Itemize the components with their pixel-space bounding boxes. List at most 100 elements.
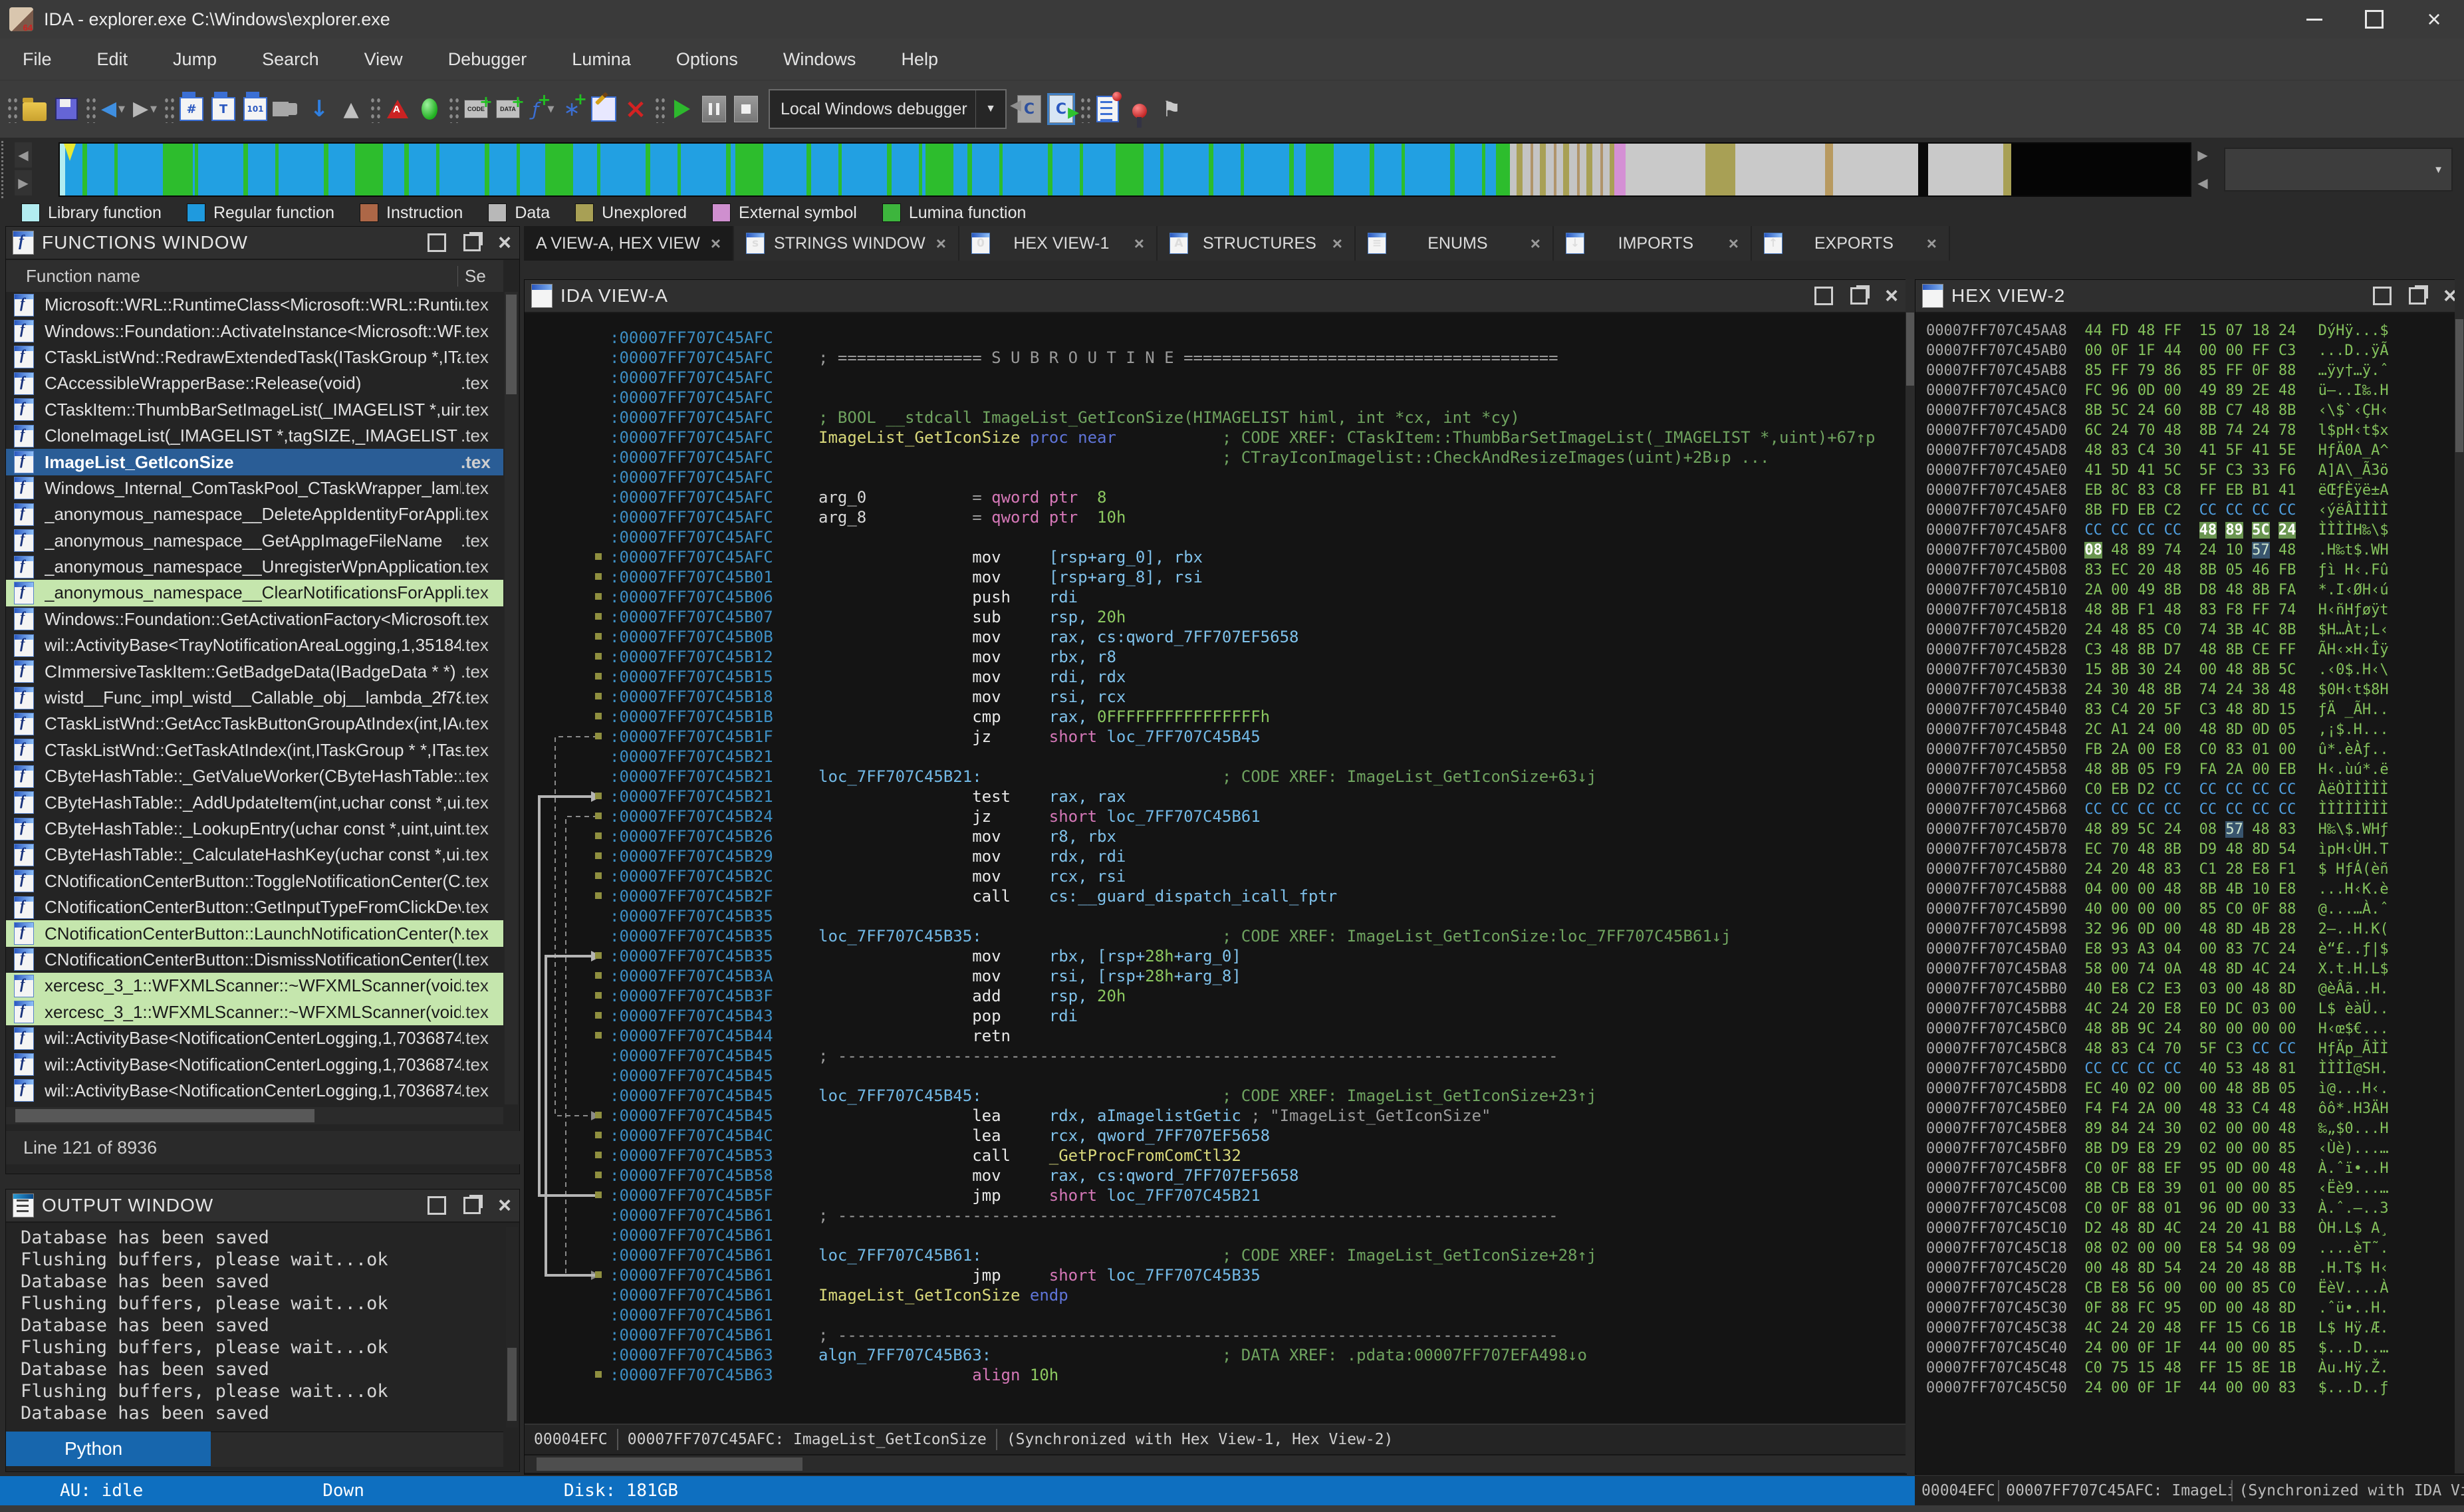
tab-close-icon[interactable]: × <box>1134 233 1144 254</box>
hex-row[interactable]: 00007FF707C45AD8 48 83 C4 30 41 5F 41 5E… <box>1915 441 2464 461</box>
tab-exports[interactable]: ↑ EXPORTS × <box>1751 226 1950 261</box>
menu-jump[interactable]: Jump <box>150 39 239 80</box>
menu-edit[interactable]: Edit <box>74 39 151 80</box>
search-text-icon[interactable]: T <box>209 92 238 126</box>
run-plugin-icon[interactable]: ▲ <box>336 92 366 126</box>
save-database-icon[interactable] <box>52 92 81 126</box>
debugger-pause-icon[interactable] <box>699 92 729 126</box>
function-row[interactable]: CloneImageList(_IMAGELIST *,tagSIZE,_IMA… <box>6 423 503 449</box>
function-row[interactable]: Windows::Foundation::GetActivationFactor… <box>6 606 503 632</box>
toolbar-grip[interactable] <box>5 95 17 123</box>
disassembly-line[interactable]: :00007FF707C45B4C lea rcx, qword_7FF707E… <box>525 1126 1906 1146</box>
column-function-name[interactable]: Function name <box>6 266 457 287</box>
function-row[interactable]: xercesc_3_1::WFXMLScanner::~WFXMLScanner… <box>6 999 503 1025</box>
hex-row[interactable]: 00007FF707C45C08 C0 0F 88 01 96 0D 00 33… <box>1915 1199 2464 1219</box>
function-row[interactable]: CNotificationCenterButton::GetInputTypeF… <box>6 894 503 920</box>
hex-row[interactable]: 00007FF707C45B48 2C A1 24 00 48 8D 0D 05… <box>1915 720 2464 740</box>
debugger-select[interactable]: Local Windows debugger ▼ <box>769 89 1007 129</box>
function-row[interactable]: xercesc_3_1::WFXMLScanner::~WFXMLScanner… <box>6 973 503 999</box>
hex-row[interactable]: 00007FF707C45BD8 EC 40 02 00 00 48 8B 05… <box>1915 1079 2464 1099</box>
disassembly-line[interactable]: :00007FF707C45AFC <box>525 388 1906 408</box>
menu-debugger[interactable]: Debugger <box>426 39 550 80</box>
function-row[interactable]: Windows::Foundation::ActivateInstance<Mi… <box>6 318 503 344</box>
disassembly-line[interactable]: :00007FF707C45B63 algn_7FF707C45B63: ; DA… <box>525 1345 1906 1365</box>
function-row[interactable]: wil::ActivityBase<NotificationCenterLogg… <box>6 1051 503 1077</box>
disassembly-line[interactable]: :00007FF707C45B58 mov rax, cs:qword_7FF7… <box>525 1166 1906 1186</box>
disassembly-line[interactable]: :00007FF707C45B5F jmp short loc_7FF707C4… <box>525 1186 1906 1205</box>
hex-row[interactable]: 00007FF707C45B70 48 89 5C 24 08 57 48 83… <box>1915 820 2464 840</box>
disassembly-line[interactable]: :00007FF707C45AFC ; CTrayIconImagelist::… <box>525 447 1906 467</box>
navband-zoom-in-icon[interactable]: ▶ <box>2194 142 2211 168</box>
function-row[interactable]: CTaskItem::ThumbBarSetImageList(_IMAGELI… <box>6 397 503 423</box>
disassembly-line[interactable]: :00007FF707C45B24 jz short loc_7FF707C45… <box>525 807 1906 826</box>
disassembly-line[interactable]: :00007FF707C45B35 loc_7FF707C45B35: ; COD… <box>525 926 1906 946</box>
tab-close-icon[interactable]: × <box>936 233 946 254</box>
hex-row[interactable]: 00007FF707C45B98 32 96 0D 00 48 8D 4B 28… <box>1915 920 2464 940</box>
hex-row[interactable]: 00007FF707C45C30 0F 88 FC 95 0D 00 48 8D… <box>1915 1299 2464 1319</box>
function-row[interactable]: Microsoft::WRL::RuntimeClass<Microsoft::… <box>6 292 503 318</box>
disassembly-line[interactable]: :00007FF707C45B53 call _GetProcFromComCt… <box>525 1146 1906 1166</box>
function-row[interactable]: _anonymous_namespace__ClearNotifications… <box>6 580 503 606</box>
hex-row[interactable]: 00007FF707C45BE8 89 84 24 30 02 00 00 48… <box>1915 1119 2464 1139</box>
disassembly-line[interactable]: :00007FF707C45AFC; =============== S U B… <box>525 348 1906 368</box>
function-row[interactable]: wil::ActivityBase<NotificationCenterLogg… <box>6 1025 503 1051</box>
disassembly-line[interactable]: :00007FF707C45AFC ImageList_GetIconSize p… <box>525 428 1906 447</box>
tab-close-icon[interactable]: × <box>1531 233 1540 254</box>
maximize-button[interactable] <box>2344 0 2404 39</box>
flag-icon[interactable]: ⚑ <box>1157 92 1186 126</box>
hex-row[interactable]: 00007FF707C45B90 40 00 00 00 85 C0 0F 88… <box>1915 900 2464 920</box>
hex-row[interactable]: 00007FF707C45AF8 CC CC CC CC 48 89 5C 24… <box>1915 521 2464 541</box>
function-row[interactable]: CByteHashTable::_GetValueWorker(CByteHas… <box>6 763 503 789</box>
disassembly-line[interactable]: :00007FF707C45B1B cmp rax, 0FFFFFFFFFFFF… <box>525 707 1906 727</box>
disassembly-line[interactable]: :00007FF707C45B35 <box>525 906 1906 926</box>
disassembly-line[interactable]: :00007FF707C45B1F jz short loc_7FF707C45… <box>525 727 1906 747</box>
disassembly-line[interactable]: :00007FF707C45AFC <box>525 527 1906 547</box>
disassembly-line[interactable]: :00007FF707C45AFC <box>525 368 1906 388</box>
disassembly-line[interactable]: :00007FF707C45AFC arg_8 = qword ptr 10h <box>525 507 1906 527</box>
panel-maximize-icon[interactable] <box>428 1196 447 1215</box>
hex-row[interactable]: 00007FF707C45C10 D2 48 8D 4C 24 20 41 B8… <box>1915 1219 2464 1239</box>
menu-search[interactable]: Search <box>239 39 342 80</box>
navband-scroll-left-icon[interactable]: ◀ <box>15 142 32 168</box>
lumina-icon[interactable] <box>415 92 444 126</box>
hex-row[interactable]: 00007FF707C45BD0 CC CC CC CC 40 53 48 81… <box>1915 1059 2464 1079</box>
panel-close-icon[interactable]: × <box>498 1194 511 1217</box>
hex-row[interactable]: 00007FF707C45C50 24 00 0F 1F 44 00 00 83… <box>1915 1378 2464 1398</box>
function-row[interactable]: CNotificationCenterButton::DismissNotifi… <box>6 947 503 973</box>
hex-row[interactable]: 00007FF707C45AA8 44 FD 48 FF 15 07 18 24… <box>1915 321 2464 341</box>
hex-row[interactable]: 00007FF707C45AE0 41 5D 41 5C 5F C3 33 F6… <box>1915 461 2464 481</box>
function-row[interactable]: _anonymous_namespace__UnregisterWpnAppli… <box>6 554 503 580</box>
hex-row[interactable]: 00007FF707C45C18 08 02 00 00 E8 54 98 09… <box>1915 1239 2464 1259</box>
hex-row[interactable]: 00007FF707C45AC8 8B 5C 24 60 8B C7 48 8B… <box>1915 401 2464 421</box>
hex-row[interactable]: 00007FF707C45C38 4C 24 20 48 FF 15 C6 1B… <box>1915 1319 2464 1338</box>
hex-row[interactable]: 00007FF707C45BC0 48 8B 9C 24 80 00 00 00… <box>1915 1019 2464 1039</box>
menu-view[interactable]: View <box>342 39 426 80</box>
panel-maximize-icon[interactable] <box>1814 287 1834 305</box>
disassembly-line[interactable]: :00007FF707C45B12 mov rbx, r8 <box>525 647 1906 667</box>
disassembly-line[interactable]: :00007FF707C45B26 mov r8, rbx <box>525 826 1906 846</box>
panel-float-icon[interactable] <box>2409 287 2427 305</box>
panel-maximize-icon[interactable] <box>2373 287 2392 305</box>
hex-row[interactable]: 00007FF707C45AB8 85 FF 79 86 85 FF 0F 88… <box>1915 361 2464 381</box>
close-button[interactable]: × <box>2404 0 2464 39</box>
disassembly-line[interactable]: :00007FF707C45B61 loc_7FF707C45B61: ; COD… <box>525 1245 1906 1265</box>
disassembly-line[interactable]: :00007FF707C45AFC mov [rsp+arg_0], rbx <box>525 547 1906 567</box>
hex-row[interactable]: 00007FF707C45AB0 00 0F 1F 44 00 00 FF C3… <box>1915 341 2464 361</box>
hex-row[interactable]: 00007FF707C45B50 FB 2A 00 E8 C0 83 01 00… <box>1915 740 2464 760</box>
hex-row[interactable]: 00007FF707C45AC0 FC 96 0D 00 49 89 2E 48… <box>1915 381 2464 401</box>
jump-address-icon[interactable]: ↓ <box>305 92 334 126</box>
function-row[interactable]: wistd__Func_impl_wistd__Callable_obj__la… <box>6 685 503 711</box>
menu-lumina[interactable]: Lumina <box>549 39 654 80</box>
panel-close-icon[interactable]: × <box>1885 285 1898 307</box>
disassembly-line[interactable]: :00007FF707C45B61 ImageList_GetIconSize e… <box>525 1285 1906 1305</box>
disassembly-line[interactable]: :00007FF707C45B2F call cs:__guard_dispat… <box>525 886 1906 906</box>
hex-row[interactable]: 00007FF707C45B30 15 8B 30 24 00 48 8B 5C… <box>1915 660 2464 680</box>
disassembly-line[interactable]: :00007FF707C45B45; ---------------------… <box>525 1046 1906 1066</box>
ida-view-horizontal-scrollbar[interactable] <box>525 1455 1906 1473</box>
disassembly-line[interactable]: :00007FF707C45AFC <box>525 328 1906 348</box>
tab-strings-window[interactable]: s STRINGS WINDOW × <box>734 226 959 261</box>
panel-close-icon[interactable]: × <box>498 231 511 254</box>
tab-close-icon[interactable]: × <box>1332 233 1342 254</box>
hex-row[interactable]: 00007FF707C45B68 CC CC CC CC CC CC CC CC… <box>1915 800 2464 820</box>
menu-options[interactable]: Options <box>654 39 761 80</box>
